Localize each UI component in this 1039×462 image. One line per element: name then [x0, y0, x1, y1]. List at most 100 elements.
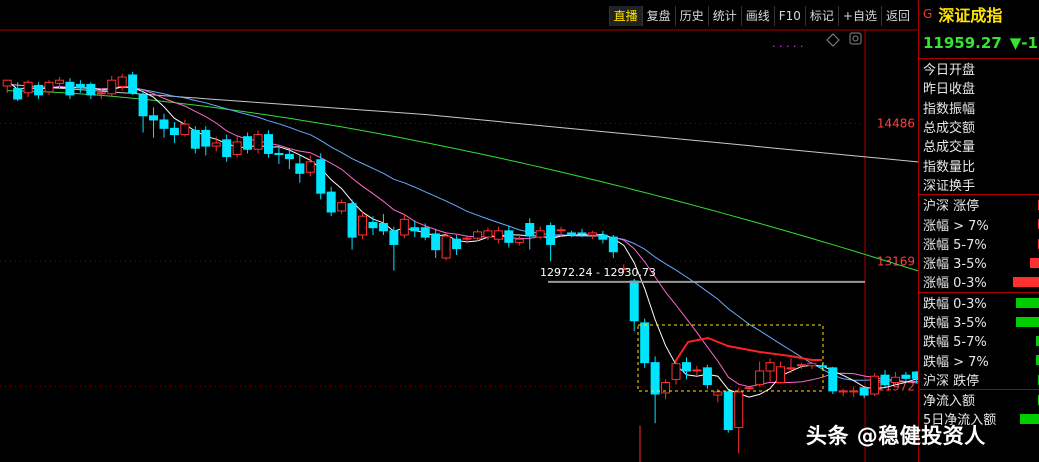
- candle-down: [75, 83, 85, 89]
- candle-up: [117, 76, 127, 87]
- candle-up: [838, 390, 848, 393]
- candle-up: [54, 79, 64, 84]
- breadth-label: 跌幅 > 7%: [923, 354, 989, 370]
- ma60-line: [7, 90, 918, 272]
- candle-down: [859, 387, 869, 396]
- breadth-row: 跌幅 0-3%: [919, 291, 1039, 312]
- index-field-label: 深证换手: [923, 178, 976, 194]
- candle-down: [243, 136, 253, 150]
- candle-down: [284, 153, 294, 160]
- candle-down: [65, 81, 75, 96]
- candle-down: [222, 139, 232, 158]
- price-tick-label: 14486: [877, 117, 915, 131]
- candle-down: [159, 119, 169, 129]
- breadth-row: 涨幅 0-3%: [919, 272, 1039, 291]
- toolbar-button-1[interactable]: 复盘: [641, 6, 675, 26]
- candle-up: [399, 218, 409, 236]
- index-title[interactable]: 深证成指: [938, 2, 1002, 26]
- toolbar-button-2[interactable]: 历史: [674, 6, 708, 26]
- candle-up: [107, 79, 117, 95]
- candle-down: [169, 127, 179, 136]
- candle-down: [828, 367, 838, 392]
- highlight-line: [674, 336, 822, 363]
- candle-up: [96, 92, 106, 95]
- candle-up: [796, 364, 806, 367]
- index-price-row: 11959.27 ▼-1: [919, 28, 1039, 59]
- watermark: 头条 @稳健投资人: [806, 424, 986, 448]
- candle-down: [567, 232, 577, 236]
- price-tick-label: 13169: [877, 254, 915, 268]
- candle-down: [201, 129, 211, 147]
- toolbar-button-0[interactable]: 直播: [608, 6, 642, 26]
- candle-up: [870, 375, 880, 395]
- breadth-bar: [1030, 257, 1039, 268]
- candle-up: [671, 363, 681, 380]
- g-marker: G: [923, 7, 933, 21]
- candle-up: [358, 215, 368, 236]
- candle-down: [13, 88, 23, 100]
- index-header: G 深证成指: [919, 0, 1039, 28]
- candle-down: [263, 134, 273, 154]
- candle-down: [149, 115, 159, 121]
- candle-down: [650, 362, 660, 395]
- candle-up: [535, 230, 545, 238]
- ma10-line: [6, 79, 918, 388]
- toolbar-button-5[interactable]: F10: [773, 6, 805, 26]
- kline-chart[interactable]: 14486131691197212972.24 - 12930.73←11331…: [0, 0, 918, 462]
- candle-down: [190, 129, 200, 149]
- index-field-label: 总成交量: [923, 140, 976, 156]
- index-field-label: 昨日收盘: [923, 82, 976, 98]
- index-price: 11959.27: [923, 34, 1002, 52]
- index-field-label: 总成交额: [923, 121, 976, 137]
- breadth-label: 净流入额: [923, 394, 976, 410]
- settings-icon: [849, 32, 862, 45]
- settings-icon-center: [852, 35, 859, 42]
- candle-up: [807, 363, 817, 367]
- breadth-row: 净流入额: [919, 389, 1039, 409]
- breadth-bar: [1020, 414, 1039, 425]
- chart-toolbar: 直播 复盘 历史 统计 画线 F10 标记 +自选 返回: [608, 6, 914, 26]
- candle-up: [305, 161, 315, 173]
- candle-up: [765, 362, 775, 372]
- breadth-label: 沪深 跌停: [923, 373, 980, 389]
- ma20-line: [6, 79, 918, 383]
- candle-up: [44, 81, 54, 93]
- toolbar-button-6[interactable]: 标记: [804, 6, 838, 26]
- candle-up: [849, 390, 859, 393]
- candle-down: [347, 203, 357, 238]
- candle-down: [880, 374, 890, 386]
- candle-up: [493, 230, 503, 240]
- candle-down: [138, 94, 148, 117]
- candle-down: [420, 227, 430, 238]
- candle-down: [295, 163, 305, 174]
- candle-down: [546, 225, 556, 245]
- candle-down: [608, 236, 618, 253]
- candle-up: [744, 387, 754, 390]
- breadth-label: 跌幅 3-5%: [923, 316, 987, 331]
- candle-down: [525, 223, 535, 237]
- index-field-label: 指数振幅: [923, 101, 976, 117]
- kline-chart-panel[interactable]: 14486131691197212972.24 - 12930.73←11331…: [0, 0, 918, 462]
- toolbar-button-3[interactable]: 统计: [707, 6, 741, 26]
- candle-down: [431, 233, 441, 251]
- candle-down: [316, 159, 326, 194]
- index-field-label: 今日开盘: [923, 63, 976, 79]
- candle-up: [786, 367, 796, 370]
- marker-dots: · · · · ·: [772, 40, 803, 53]
- index-fields-list: 今日开盘 昨日收盘 指数振幅 总成交额 总成交量 指数量比 深证换手: [919, 59, 1039, 194]
- candle-up: [253, 134, 263, 150]
- toolbar-button-7[interactable]: +自选: [837, 6, 881, 26]
- candle-down: [86, 83, 96, 96]
- toolbar-button-4[interactable]: 画线: [740, 6, 774, 26]
- breadth-row: 涨幅 5-7%: [919, 234, 1039, 253]
- candle-down: [378, 223, 388, 232]
- candle-down: [817, 365, 827, 368]
- breadth-row: 沪深 涨停: [919, 194, 1039, 214]
- breadth-label: 涨幅 3-5%: [923, 257, 987, 273]
- candle-up: [556, 229, 566, 232]
- diamond-icon: [826, 33, 840, 47]
- candle-up: [514, 238, 524, 243]
- toolbar-button-8[interactable]: 返回: [880, 6, 914, 26]
- candle-down: [598, 234, 608, 240]
- breadth-label: 涨幅 > 7%: [923, 218, 989, 234]
